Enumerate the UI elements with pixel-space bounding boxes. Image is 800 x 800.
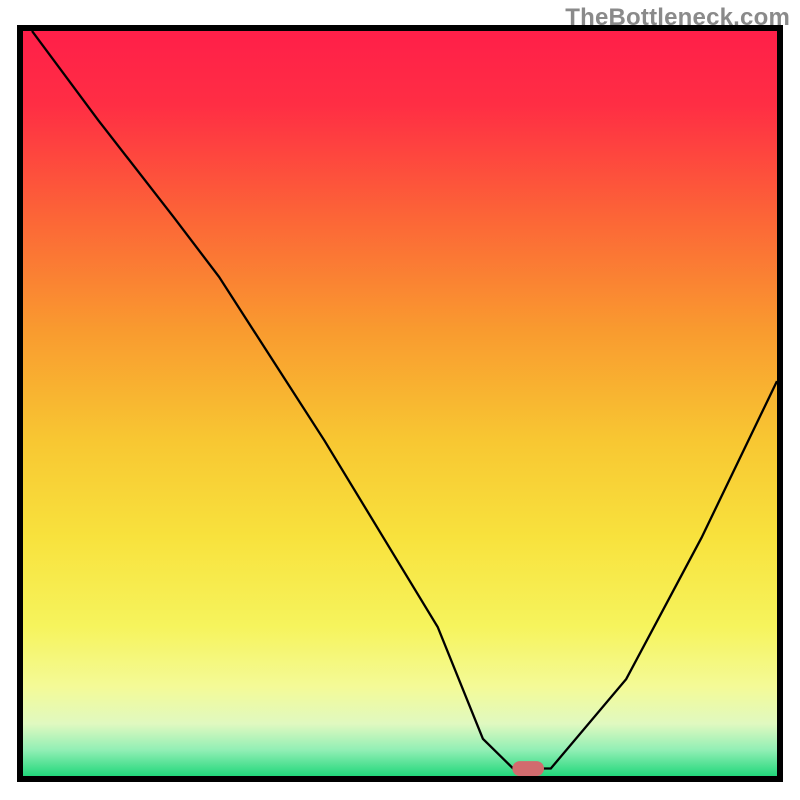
watermark-text: TheBottleneck.com [565,4,790,32]
optimum-marker [512,761,544,776]
bottleneck-chart [0,0,800,800]
gradient-background [23,31,777,776]
chart-container: TheBottleneck.com [0,0,800,800]
